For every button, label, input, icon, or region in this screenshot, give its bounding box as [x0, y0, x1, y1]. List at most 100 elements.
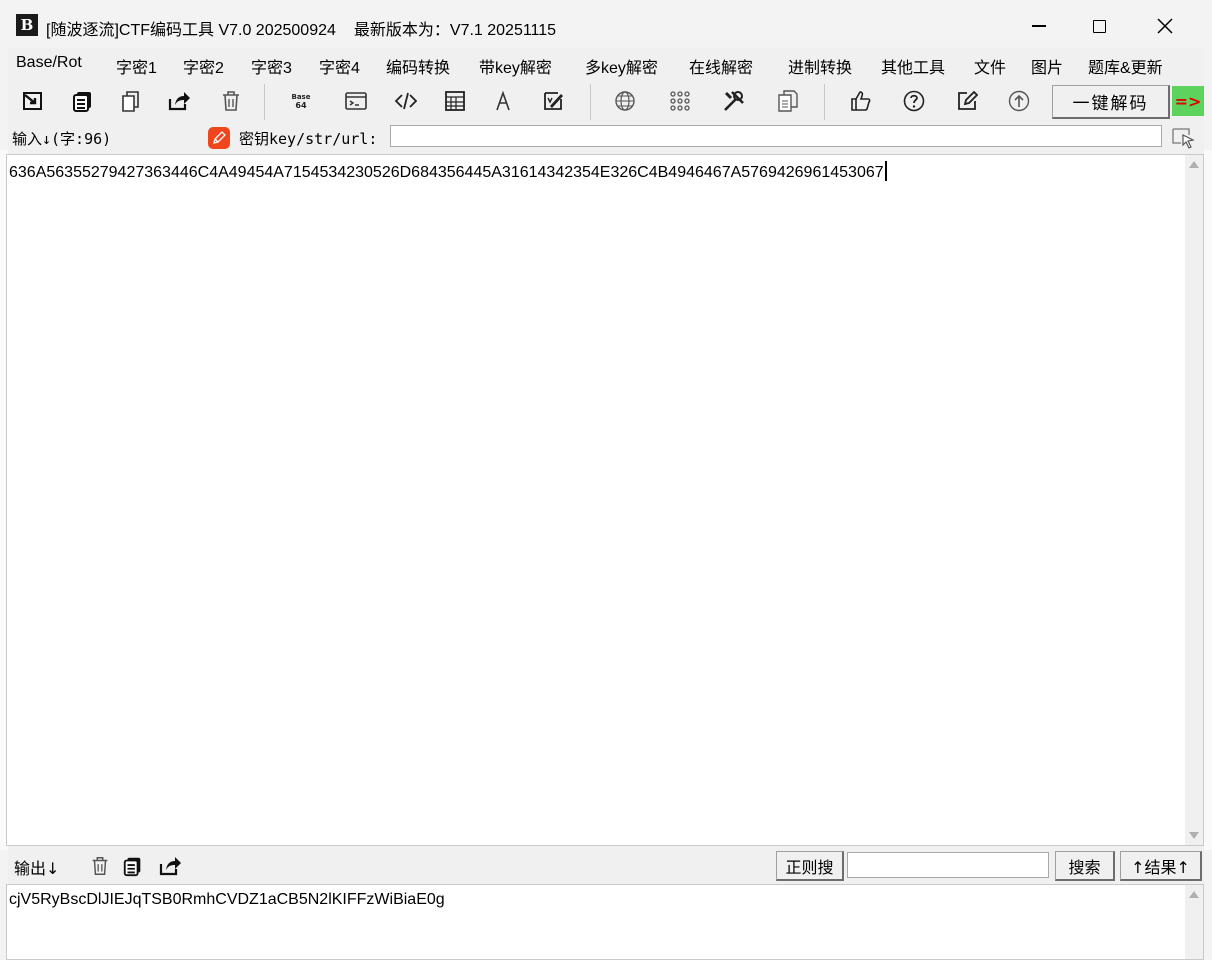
draw-button[interactable]: [540, 88, 566, 114]
output-scrollbar[interactable]: [1185, 885, 1203, 959]
one-click-decode-button[interactable]: 一键解码: [1052, 85, 1170, 119]
font-icon: [496, 90, 510, 111]
output-label: 输出↓: [14, 859, 60, 878]
share-icon: [168, 92, 190, 111]
menu-base-convert[interactable]: 进制转换: [788, 54, 852, 78]
menu-zimi4[interactable]: 字密4: [319, 54, 360, 78]
menu-base-rot[interactable]: Base/Rot: [16, 54, 82, 72]
toolbar-separator: [590, 84, 591, 120]
search-button[interactable]: 搜索: [1055, 851, 1115, 881]
font-button[interactable]: [490, 88, 516, 114]
minimize-icon: [1032, 25, 1046, 27]
maximize-icon: [1092, 19, 1106, 33]
window-title-text: [随波逐流]CTF编码工具 V7.0 202500924: [46, 22, 336, 39]
document-button[interactable]: [775, 88, 801, 114]
grid-icon: [670, 91, 690, 111]
output-copy-button[interactable]: [121, 854, 145, 878]
import-button[interactable]: [20, 88, 46, 114]
arrow-badge-text: =>: [1174, 91, 1202, 111]
svg-text:64: 64: [295, 101, 307, 110]
tools-icon: [724, 91, 744, 111]
svg-text:Base: Base: [292, 93, 311, 101]
import-icon: [23, 92, 42, 110]
close-button[interactable]: [1136, 4, 1194, 48]
key-input[interactable]: [390, 125, 1162, 147]
menu-online-decrypt[interactable]: 在线解密: [689, 54, 753, 78]
menu-key-decrypt[interactable]: 带key解密: [479, 54, 552, 78]
output-header: 输出↓ 正则搜 搜索 ↑结果↑: [8, 846, 1204, 884]
regex-search-button[interactable]: 正则搜: [776, 851, 844, 881]
copy-icon: [73, 92, 91, 112]
online-button[interactable]: [612, 88, 638, 114]
input-textarea[interactable]: 636A56355279427363446C4A49454A7154534230…: [6, 154, 1204, 846]
help-icon: [903, 90, 925, 112]
toolbar: Base 64: [8, 80, 1204, 122]
close-icon: [1157, 18, 1173, 34]
run-arrow-button[interactable]: =>: [1172, 86, 1204, 116]
scroll-up-icon[interactable]: [1189, 891, 1199, 898]
input-scrollbar[interactable]: [1185, 155, 1203, 845]
grid-button[interactable]: [667, 88, 693, 114]
menu-encoding-convert[interactable]: 编码转换: [386, 54, 450, 78]
calculator-icon: [445, 91, 465, 111]
trash-icon: [92, 857, 108, 875]
clear-button[interactable]: [218, 88, 244, 114]
toolbar-separator: [264, 84, 265, 120]
tools-button[interactable]: [721, 88, 747, 114]
menu-image[interactable]: 图片: [1031, 54, 1063, 78]
menu-questionbank-update[interactable]: 题库&更新: [1088, 54, 1163, 78]
thumbs-up-icon: [851, 91, 871, 111]
window-title: [随波逐流]CTF编码工具 V7.0 202500924 最新版本为：V7.1 2…: [46, 16, 556, 40]
scroll-down-icon[interactable]: [1189, 832, 1199, 839]
calculator-button[interactable]: [442, 88, 468, 114]
pen-icon: [213, 131, 226, 144]
text-caret: [884, 161, 887, 181]
edit-icon: [958, 90, 979, 110]
base64-button[interactable]: Base 64: [288, 88, 314, 114]
menu-other-tools[interactable]: 其他工具: [881, 54, 945, 78]
menu-zimi3[interactable]: 字密3: [251, 54, 292, 78]
key-label: 密钥key/str/url:: [239, 130, 378, 148]
toolbar-separator: [824, 84, 825, 120]
share-icon: [159, 857, 181, 876]
picker-button[interactable]: [1170, 126, 1196, 150]
paste-button[interactable]: [118, 88, 144, 114]
draw-icon: [544, 92, 563, 110]
menu-file[interactable]: 文件: [974, 54, 1006, 78]
like-button[interactable]: [848, 88, 874, 114]
menu-multikey-decrypt[interactable]: 多key解密: [585, 54, 658, 78]
minimize-button[interactable]: [1010, 4, 1068, 48]
copy-button[interactable]: [70, 88, 96, 114]
app-window: B [随波逐流]CTF编码工具 V7.0 202500924 最新版本为：V7.1…: [6, 4, 1204, 960]
output-share-button[interactable]: [158, 854, 182, 878]
key-eraser-icon[interactable]: [208, 127, 230, 149]
input-header: 输入↓(字:96) 密钥key/str/url:: [8, 122, 1204, 152]
code-button[interactable]: [393, 88, 419, 114]
search-input[interactable]: [847, 852, 1049, 878]
help-button[interactable]: [901, 88, 927, 114]
output-text: cjV5RyBscDlJIEJqTSB0RmhCVDZ1aCB5N2lKIFFz…: [9, 891, 445, 908]
input-text-value: 636A56355279427363446C4A49454A7154534230…: [9, 164, 884, 181]
scroll-up-icon[interactable]: [1189, 161, 1199, 168]
menu-zimi2[interactable]: 字密2: [183, 54, 224, 78]
edit-button[interactable]: [954, 88, 980, 114]
update-button[interactable]: [1006, 88, 1032, 114]
share-button[interactable]: [166, 88, 192, 114]
input-text: 636A56355279427363446C4A49454A7154534230…: [9, 161, 887, 182]
output-clear-button[interactable]: [88, 854, 112, 878]
document-icon: [778, 90, 798, 112]
base64-icon: Base64: [292, 93, 311, 110]
app-logo-icon: B: [16, 14, 38, 36]
output-textarea[interactable]: cjV5RyBscDlJIEJqTSB0RmhCVDZ1aCB5N2lKIFFz…: [6, 884, 1204, 960]
terminal-button[interactable]: [343, 88, 369, 114]
code-icon: [394, 92, 418, 110]
upload-icon: [1008, 90, 1030, 112]
copy-icon: [123, 857, 141, 877]
maximize-button[interactable]: [1070, 4, 1128, 48]
menu-bar: Base/Rot 字密1 字密2 字密3 字密4 编码转换 带key解密 多ke…: [8, 50, 1204, 78]
title-bar: B [随波逐流]CTF编码工具 V7.0 202500924 最新版本为：V7.1…: [8, 4, 1204, 48]
terminal-icon: [345, 92, 367, 110]
paste-icon: [122, 91, 139, 112]
menu-zimi1[interactable]: 字密1: [116, 54, 157, 78]
result-swap-button[interactable]: ↑结果↑: [1120, 851, 1202, 881]
